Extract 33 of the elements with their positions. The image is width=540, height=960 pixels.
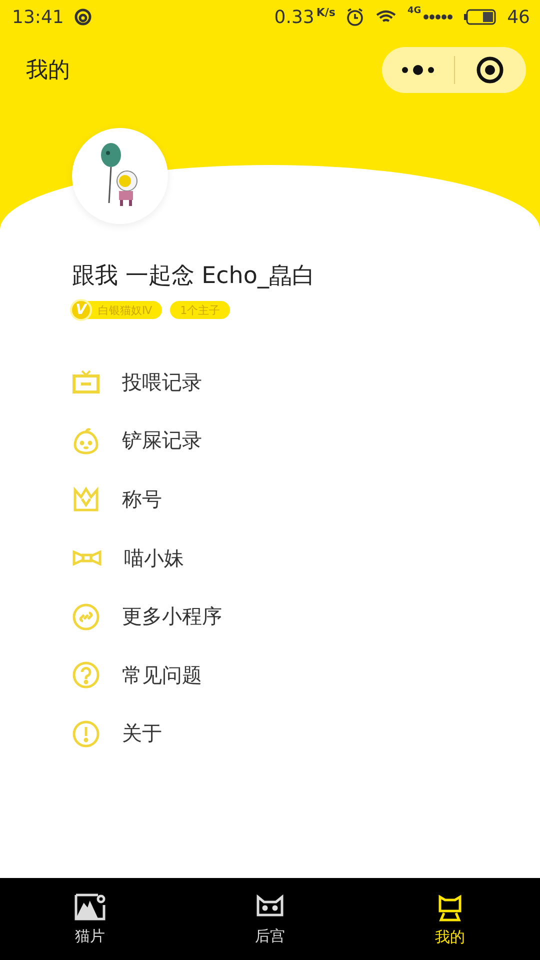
picture-icon — [74, 892, 106, 920]
bow-tie-icon — [72, 549, 102, 568]
battery-level: 46 — [507, 6, 530, 28]
question-icon — [72, 661, 100, 690]
target-circle-icon — [476, 56, 504, 84]
wifi-icon — [375, 9, 398, 25]
menu-item[interactable]: 喵小妹 — [72, 528, 540, 588]
page-title: 我的 — [26, 57, 71, 85]
clock-time: 13:41 — [12, 6, 64, 28]
link-circle-icon — [72, 602, 100, 631]
speed-unit: K/s — [316, 6, 336, 19]
tab-item[interactable]: 我的 — [360, 878, 540, 960]
menu-item[interactable]: 关于 — [72, 704, 540, 764]
menu-item[interactable]: 常见问题 — [72, 646, 540, 705]
user-name: 跟我 一起念 Echo_皛白 — [72, 262, 316, 291]
crown-icon — [72, 486, 100, 512]
exclamation-icon — [72, 720, 100, 748]
alarm-icon — [345, 7, 366, 27]
tab-item[interactable]: 后宫 — [180, 878, 360, 960]
menu-item[interactable]: 投喂记录 — [72, 353, 540, 412]
menu-item[interactable]: 更多小程序 — [72, 587, 540, 646]
tab-item[interactable]: 猫片 — [0, 878, 180, 960]
more-dots-icon — [400, 65, 436, 75]
network-speed: 0.33 — [274, 6, 314, 28]
menu-item[interactable]: 铲屎记录 — [72, 412, 540, 470]
chick-face-icon — [72, 426, 100, 455]
level-badge: V 白银猫奴Ⅳ — [72, 301, 162, 319]
tv-icon — [72, 370, 100, 394]
network-type: 4G — [407, 6, 422, 16]
cat-count-badge: 1个主子 — [170, 301, 230, 319]
battery-icon — [463, 9, 498, 25]
signal-icon — [423, 13, 454, 21]
menu-item[interactable]: 称号 — [72, 470, 540, 529]
